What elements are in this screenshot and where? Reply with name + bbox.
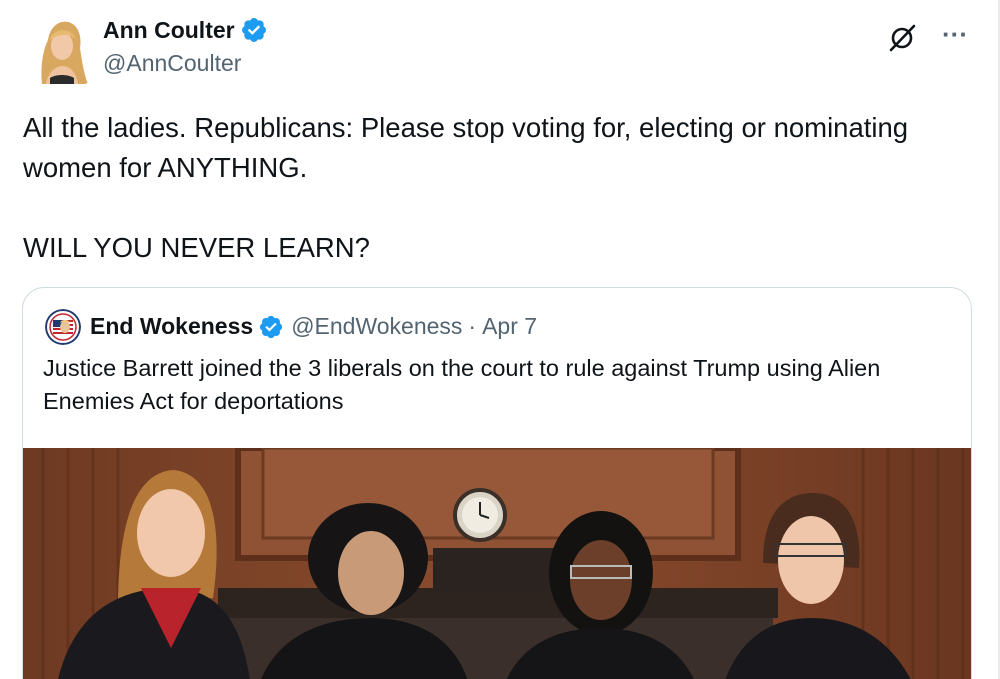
quoted-tweet-text: Justice Barrett joined the 3 liberals on… (43, 355, 881, 414)
grok-icon[interactable] (887, 23, 917, 53)
quoted-tweet-photo[interactable] (23, 448, 972, 679)
tweet-text-line2: WILL YOU NEVER LEARN? (23, 232, 370, 263)
quoted-author-avatar[interactable] (45, 309, 81, 345)
tweet-text-line1: All the ladies. Republicans: Please stop… (23, 112, 909, 183)
author-name[interactable]: Ann Coulter (103, 17, 235, 44)
quoted-author-name[interactable]: End Wokeness (90, 313, 253, 340)
quoted-date[interactable]: Apr 7 (482, 313, 537, 340)
author-handle[interactable]: @AnnCoulter (103, 50, 241, 77)
quoted-verified-badge-icon (260, 315, 283, 338)
author-name-row[interactable]: Ann Coulter (103, 16, 268, 44)
quoted-tweet-card[interactable]: End Wokeness @EndWokeness · Apr 7 Justic… (22, 287, 972, 679)
tweet-text: All the ladies. Republicans: Please stop… (23, 108, 983, 188)
quoted-separator: · (468, 313, 477, 339)
quoted-author-handle[interactable]: @EndWokeness (291, 313, 462, 340)
quoted-header: End Wokeness @EndWokeness · Apr 7 (90, 313, 537, 340)
more-options-icon[interactable]: ··· (942, 21, 968, 47)
author-avatar[interactable] (32, 18, 90, 84)
verified-badge-icon (241, 18, 266, 42)
